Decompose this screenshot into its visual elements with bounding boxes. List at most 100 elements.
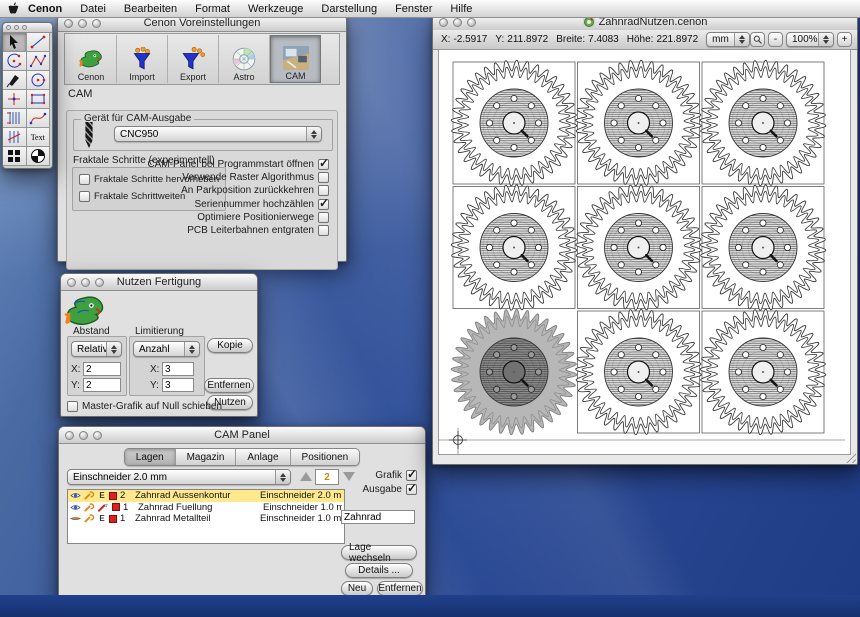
prefs-tab-export[interactable]: Export xyxy=(168,35,219,83)
wrench-icon[interactable] xyxy=(84,503,95,512)
menu-item-fenster[interactable]: Fenster xyxy=(386,3,441,15)
close-button[interactable] xyxy=(64,19,73,28)
tool-line[interactable] xyxy=(27,33,51,52)
zoom-in-button[interactable]: + xyxy=(837,32,852,47)
layer-row[interactable]: E 2 Zahnrad Aussenkontur Einschneider 2.… xyxy=(68,490,344,502)
apple-menu[interactable] xyxy=(8,2,19,15)
magnify-button[interactable] xyxy=(750,32,765,47)
close-button[interactable] xyxy=(439,18,448,27)
prefs-tab-import[interactable]: Import xyxy=(117,35,168,83)
grafik-checkbox[interactable] xyxy=(406,470,417,481)
eye-open-icon[interactable] xyxy=(70,503,81,512)
optimize-paths-checkbox[interactable] xyxy=(318,212,329,223)
eye-closed-icon[interactable] xyxy=(70,514,81,523)
preferences-content: Cenon Import Export xyxy=(58,31,346,261)
brush-icon[interactable] xyxy=(98,503,109,512)
kopie-button[interactable]: Kopie xyxy=(207,338,253,353)
wrench-icon[interactable] xyxy=(84,514,95,523)
park-position-checkbox[interactable] xyxy=(318,185,329,196)
limit-y-field[interactable] xyxy=(162,378,194,392)
tool-marker[interactable] xyxy=(3,90,27,109)
tab-positionen[interactable]: Positionen xyxy=(291,449,360,465)
ausgabe-checkbox[interactable] xyxy=(406,484,417,495)
tool-rectangle[interactable] xyxy=(27,90,51,109)
unit-popup[interactable]: mm xyxy=(706,32,750,47)
tool-popup[interactable]: Einschneider 2.0 mm xyxy=(67,469,291,485)
open-campanel-checkbox[interactable] xyxy=(318,159,329,170)
layer-row[interactable]: 1 Zahnrad Fuellung Einschneider 1.0 mm xyxy=(68,502,344,514)
layer-count-field[interactable] xyxy=(315,469,339,485)
tool-step-hatch[interactable] xyxy=(3,128,27,147)
menu-item-format[interactable]: Format xyxy=(186,3,239,15)
zoom-button[interactable] xyxy=(92,19,101,28)
abstand-x-field[interactable] xyxy=(83,362,121,376)
tool-knife[interactable] xyxy=(3,71,27,90)
menu-item-darstellung[interactable]: Darstellung xyxy=(312,3,386,15)
layer-color-swatch[interactable] xyxy=(112,503,120,511)
prefs-tab-cam[interactable]: CAM xyxy=(270,35,321,83)
minimize-button[interactable] xyxy=(81,278,90,287)
menu-item-bearbeiten[interactable]: Bearbeiten xyxy=(115,3,186,15)
fractal-stepwidth-checkbox[interactable] xyxy=(79,191,90,202)
layer-name-field[interactable] xyxy=(341,510,415,524)
step-up-button[interactable] xyxy=(300,472,312,481)
serial-number-checkbox[interactable] xyxy=(318,199,329,210)
tool-select[interactable] xyxy=(3,33,27,52)
tab-anlage[interactable]: Anlage xyxy=(236,449,290,465)
drawing-canvas[interactable] xyxy=(438,49,851,455)
entfernen-button[interactable]: Entfernen xyxy=(377,581,423,596)
device-popup[interactable]: CNC950 xyxy=(114,126,322,142)
eye-open-icon[interactable] xyxy=(70,491,81,500)
neu-button[interactable]: Neu xyxy=(341,581,373,596)
details-button[interactable]: Details ... xyxy=(345,563,413,578)
zoom-button[interactable] xyxy=(467,18,476,27)
palette-zoom-button[interactable] xyxy=(22,25,27,30)
master-null-checkbox[interactable] xyxy=(67,401,78,412)
layer-row[interactable]: E 1 Zahnrad Metallteil Einschneider 1.0 … xyxy=(68,513,344,525)
close-button[interactable] xyxy=(67,278,76,287)
tool-blocks[interactable] xyxy=(3,147,27,166)
tool-text[interactable]: Text xyxy=(27,128,51,147)
tool-palette-titlebar[interactable] xyxy=(3,23,52,33)
prefs-tab-astro[interactable]: Astro xyxy=(219,35,270,83)
raster-algorithm-checkbox[interactable] xyxy=(318,172,329,183)
limit-mode-popup[interactable]: Anzahl xyxy=(133,341,200,357)
layer-color-swatch[interactable] xyxy=(109,492,117,500)
cam-panel-titlebar[interactable]: CAM Panel xyxy=(59,427,425,444)
menu-item-datei[interactable]: Datei xyxy=(71,3,115,15)
tool-spline[interactable] xyxy=(27,109,51,128)
tool-polyline[interactable] xyxy=(27,52,51,71)
minimize-button[interactable] xyxy=(453,18,462,27)
menu-item-werkzeuge[interactable]: Werkzeuge xyxy=(239,3,312,15)
limit-x-field[interactable] xyxy=(162,362,194,376)
tool-hatch[interactable] xyxy=(3,109,27,128)
minimize-button[interactable] xyxy=(79,431,88,440)
layer-type-badge[interactable]: E xyxy=(98,491,106,500)
abstand-mode-popup[interactable]: Relativ xyxy=(71,341,122,357)
tab-lagen[interactable]: Lagen xyxy=(125,449,176,465)
zoom-popup[interactable]: 100% xyxy=(786,32,834,47)
step-down-button[interactable] xyxy=(343,472,355,481)
tool-circle[interactable] xyxy=(27,71,51,90)
minimize-button[interactable] xyxy=(78,19,87,28)
palette-close-button[interactable] xyxy=(6,25,11,30)
lage-wechseln-button[interactable]: Lage wechseln xyxy=(341,545,417,560)
layer-color-swatch[interactable] xyxy=(109,515,117,523)
menu-item-app[interactable]: Cenon xyxy=(19,3,71,15)
wrench-icon[interactable] xyxy=(84,491,95,500)
abstand-y-field[interactable] xyxy=(83,378,121,392)
zoom-out-button[interactable]: - xyxy=(768,32,783,47)
layer-type-badge[interactable]: E xyxy=(98,514,106,523)
zoom-button[interactable] xyxy=(93,431,102,440)
tool-arc[interactable] xyxy=(3,52,27,71)
tab-magazin[interactable]: Magazin xyxy=(176,449,237,465)
menu-item-hilfe[interactable]: Hilfe xyxy=(441,3,481,15)
entfernen-button[interactable]: Entfernen xyxy=(204,378,254,393)
tool-web[interactable] xyxy=(27,147,51,166)
palette-minimize-button[interactable] xyxy=(14,25,19,30)
fractal-highlight-checkbox[interactable] xyxy=(79,174,90,185)
zoom-button[interactable] xyxy=(95,278,104,287)
pcb-deburr-checkbox[interactable] xyxy=(318,225,329,236)
prefs-tab-cenon[interactable]: Cenon xyxy=(66,35,117,83)
close-button[interactable] xyxy=(65,431,74,440)
